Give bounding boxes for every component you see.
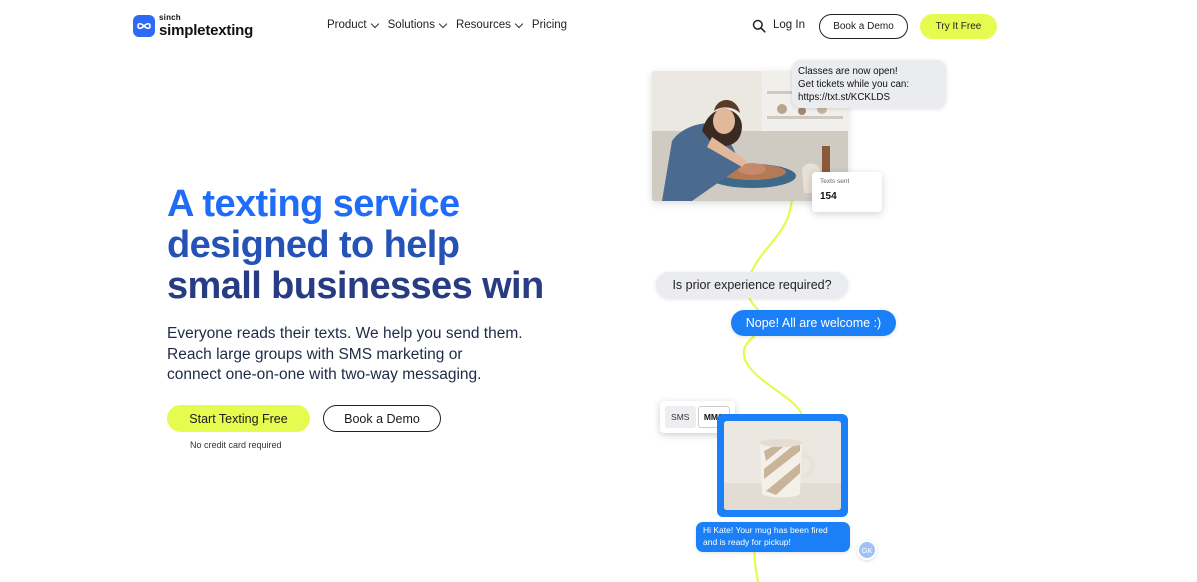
- hero-subtitle-line: Everyone reads their texts. We help you …: [167, 325, 523, 342]
- menu-item-label: Product: [327, 19, 367, 31]
- chevron-down-icon: [438, 19, 448, 28]
- logo-mark-icon: [133, 15, 155, 37]
- menu-item-resources[interactable]: Resources: [455, 19, 524, 31]
- hero-title-line: small businesses win: [167, 265, 544, 307]
- login-link[interactable]: Log In: [773, 19, 805, 31]
- logo[interactable]: sinch simpletexting: [133, 14, 253, 38]
- answer-message-bubble: Nope! All are welcome :): [731, 310, 896, 336]
- start-texting-free-button[interactable]: Start Texting Free: [167, 405, 310, 432]
- mms-image-frame: [717, 414, 848, 517]
- sms-option[interactable]: SMS: [665, 406, 696, 428]
- hero-title-line: A texting service: [167, 183, 460, 225]
- menu-item-label: Pricing: [531, 19, 568, 31]
- question-message-bubble: Is prior experience required?: [656, 272, 848, 298]
- menu-item-product[interactable]: Product: [327, 19, 379, 31]
- pickup-message-bubble: Hi Kate! Your mug has been fired and is …: [696, 522, 850, 552]
- main-menu: Product Solutions Resources Pricing: [327, 19, 567, 31]
- hero-title-line: designed to help: [167, 224, 460, 266]
- texts-sent-label: Texts sent: [820, 178, 850, 185]
- announcement-message-bubble: Classes are now open! Get tickets while …: [792, 60, 946, 108]
- no-credit-card-note: No credit card required: [190, 440, 282, 450]
- search-icon[interactable]: [752, 19, 766, 33]
- hero-subtitle: Everyone reads their texts. We help you …: [167, 324, 587, 386]
- hero-subtitle-line: connect one-on-one with two-way messagin…: [167, 366, 482, 383]
- menu-item-pricing[interactable]: Pricing: [532, 19, 567, 31]
- message-line: and is ready for pickup!: [703, 536, 791, 547]
- avatar: GK: [857, 540, 877, 560]
- menu-item-label: Solutions: [387, 19, 435, 31]
- book-demo-nav-button[interactable]: Book a Demo: [819, 14, 908, 39]
- chevron-down-icon: [370, 19, 379, 28]
- message-line: https://txt.st/KCKLDS: [798, 92, 891, 103]
- chevron-down-icon: [514, 19, 524, 28]
- menu-item-label: Resources: [455, 19, 511, 31]
- logo-brand-name: simpletexting: [159, 22, 254, 39]
- try-free-button[interactable]: Try It Free: [920, 14, 997, 39]
- message-line: Hi Kate! Your mug has been fired: [703, 525, 828, 535]
- menu-item-solutions[interactable]: Solutions: [387, 19, 448, 31]
- message-line: Get tickets while you can:: [798, 79, 910, 90]
- book-demo-button[interactable]: Book a Demo: [323, 405, 441, 432]
- hero-subtitle-line: Reach large groups with SMS marketing or: [167, 345, 463, 363]
- texts-sent-card: Texts sent 154: [812, 172, 882, 212]
- logo-parent-brand: sinch: [159, 13, 181, 22]
- top-navigation: sinch simpletexting Product Solutions Re…: [0, 0, 1197, 52]
- texts-sent-value: 154: [820, 191, 837, 202]
- message-line: Classes are now open!: [798, 66, 898, 77]
- hero-title: A texting service designed to help small…: [167, 184, 597, 307]
- mug-photo: [724, 421, 841, 510]
